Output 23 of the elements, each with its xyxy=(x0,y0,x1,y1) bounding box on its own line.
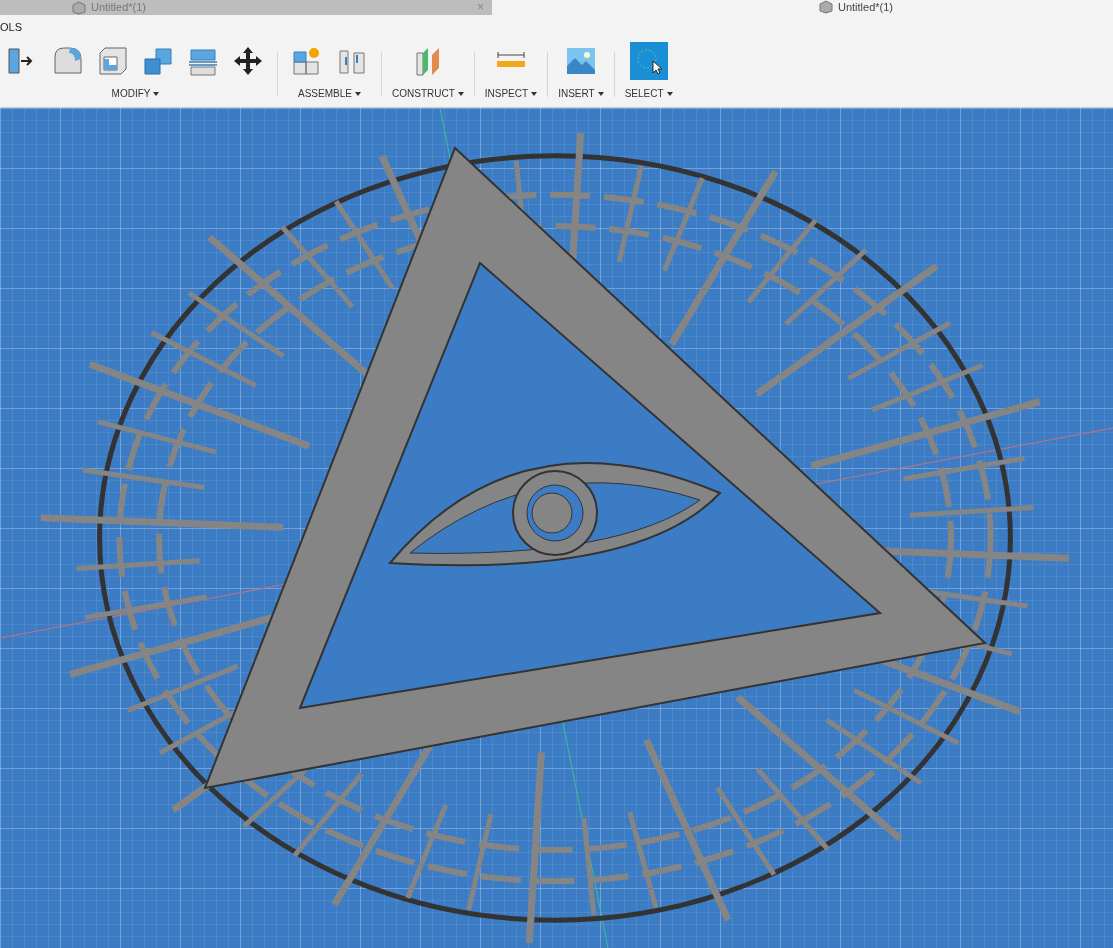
tool-button[interactable] xyxy=(629,42,668,80)
cube-icon xyxy=(819,0,833,14)
tab-title: Untitled*(1) xyxy=(91,1,147,14)
group-menu-button[interactable]: INSERT xyxy=(558,88,604,99)
group-menu-button[interactable]: CONSTRUCT xyxy=(392,88,464,99)
caret-icon xyxy=(597,91,604,96)
image-icon xyxy=(564,45,597,77)
caret-icon xyxy=(666,91,673,96)
group-menu-button[interactable]: SELECT xyxy=(624,88,673,99)
document-title: Untitled*(1) xyxy=(838,0,894,14)
shell-icon xyxy=(97,45,129,77)
caret-icon xyxy=(153,91,160,96)
cube-icon xyxy=(72,0,86,15)
ribbon-tab-label: OLS xyxy=(0,20,23,35)
caret-icon xyxy=(531,91,538,96)
group-menu-button[interactable]: MODIFY xyxy=(111,88,160,99)
combine-icon xyxy=(142,45,174,77)
fillet-icon xyxy=(52,45,84,77)
move-icon xyxy=(232,45,264,77)
group-menu-button[interactable]: INSPECT xyxy=(484,88,538,99)
caret-icon xyxy=(354,91,361,96)
group-menu-button[interactable]: ASSEMBLE xyxy=(298,88,361,99)
caret-icon xyxy=(457,91,464,96)
